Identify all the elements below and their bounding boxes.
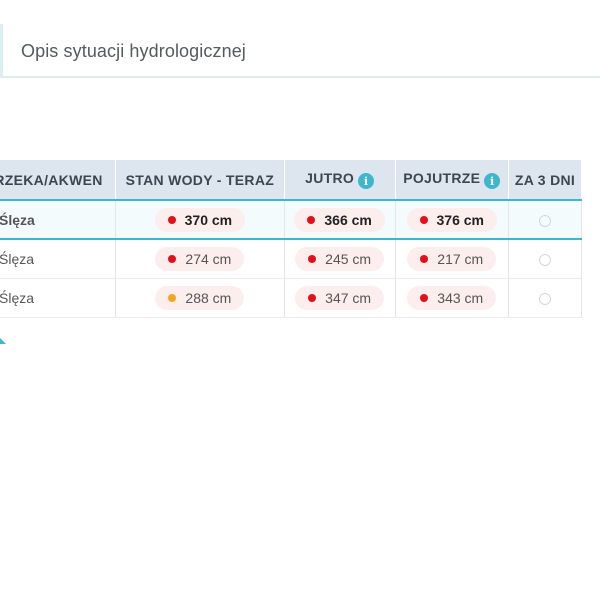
level-now-badge: 288 cm [155,285,245,310]
level-in-3-days-cell [508,199,583,240]
empty-circle-icon [538,254,551,267]
header-river[interactable]: RZEKA/AKWEN [0,160,116,200]
status-dot-red-icon [308,293,317,302]
level-day-after-cell: 217 cm [395,239,509,279]
level-tomorrow-badge: 366 cm [294,207,385,232]
header-day-after-label: POJUTRZE [403,169,481,186]
level-tomorrow-cell: 245 cm [284,239,396,279]
status-dot-red-icon [168,254,177,263]
table-row[interactable]: Ślęza 370 cm 366 cm 376 cm [0,199,583,240]
info-icon[interactable]: i [484,173,501,190]
level-tomorrow-value: 347 cm [325,289,372,306]
level-now-badge: 274 cm [155,246,245,271]
river-name[interactable]: Ślęza [0,239,116,279]
status-dot-red-icon [167,215,176,224]
header-tomorrow-label: JUTRO [305,169,355,186]
level-day-after-cell: 376 cm [395,199,509,240]
level-day-after-value: 217 cm [437,250,484,267]
status-dot-red-icon [308,254,317,263]
river-name[interactable]: Ślęza [0,199,116,240]
header-tomorrow[interactable]: JUTRO i [284,160,396,200]
status-dot-red-icon [420,254,429,263]
level-day-after-badge: 376 cm [406,207,497,232]
status-dot-orange-icon [168,293,177,302]
tab-accent [0,24,3,78]
tab-hydrological-description[interactable]: Opis sytuacji hydrologicznej [21,41,246,62]
level-now-badge: 370 cm [154,207,246,232]
empty-circle-icon [538,292,551,305]
status-dot-red-icon [307,215,316,224]
level-now-cell: 288 cm [115,278,285,318]
level-tomorrow-cell: 347 cm [284,278,396,318]
table-header-row: RZEKA/AKWEN STAN WODY - TERAZ JUTRO i POJ… [0,160,583,200]
tab-bar: Opis sytuacji hydrologicznej [0,24,600,78]
level-day-after-value: 343 cm [437,289,484,306]
level-day-after-value: 376 cm [436,211,484,228]
level-tomorrow-value: 245 cm [325,250,372,267]
header-day-after[interactable]: POJUTRZE i [395,160,509,200]
header-in-3-days[interactable]: ZA 3 DNI [508,160,583,200]
level-in-3-days-cell [508,278,583,318]
level-tomorrow-cell: 366 cm [284,199,396,240]
level-tomorrow-badge: 245 cm [295,246,385,271]
header-now[interactable]: STAN WODY - TERAZ [115,160,285,200]
corner-marker-icon [0,338,6,344]
level-now-value: 274 cm [185,250,232,267]
level-tomorrow-badge: 347 cm [295,285,385,310]
river-name[interactable]: Ślęza [0,278,116,318]
level-day-after-badge: 343 cm [407,285,497,310]
level-now-value: 288 cm [185,289,232,306]
table-row[interactable]: Ślęza 274 cm 245 cm 217 cm [0,239,583,279]
info-icon[interactable]: i [358,173,375,190]
empty-circle-icon [538,214,551,227]
level-day-after-cell: 343 cm [395,278,509,318]
level-day-after-badge: 217 cm [407,246,497,271]
level-in-3-days-cell [508,239,583,279]
status-dot-red-icon [420,293,429,302]
status-dot-red-icon [419,215,428,224]
table-row[interactable]: Ślęza 288 cm 347 cm 343 cm [0,278,583,318]
level-tomorrow-value: 366 cm [324,211,372,228]
level-now-cell: 370 cm [115,199,285,240]
hydrology-table: RZEKA/AKWEN STAN WODY - TERAZ JUTRO i POJ… [0,160,583,318]
level-now-cell: 274 cm [115,239,285,279]
level-now-value: 370 cm [184,211,233,228]
